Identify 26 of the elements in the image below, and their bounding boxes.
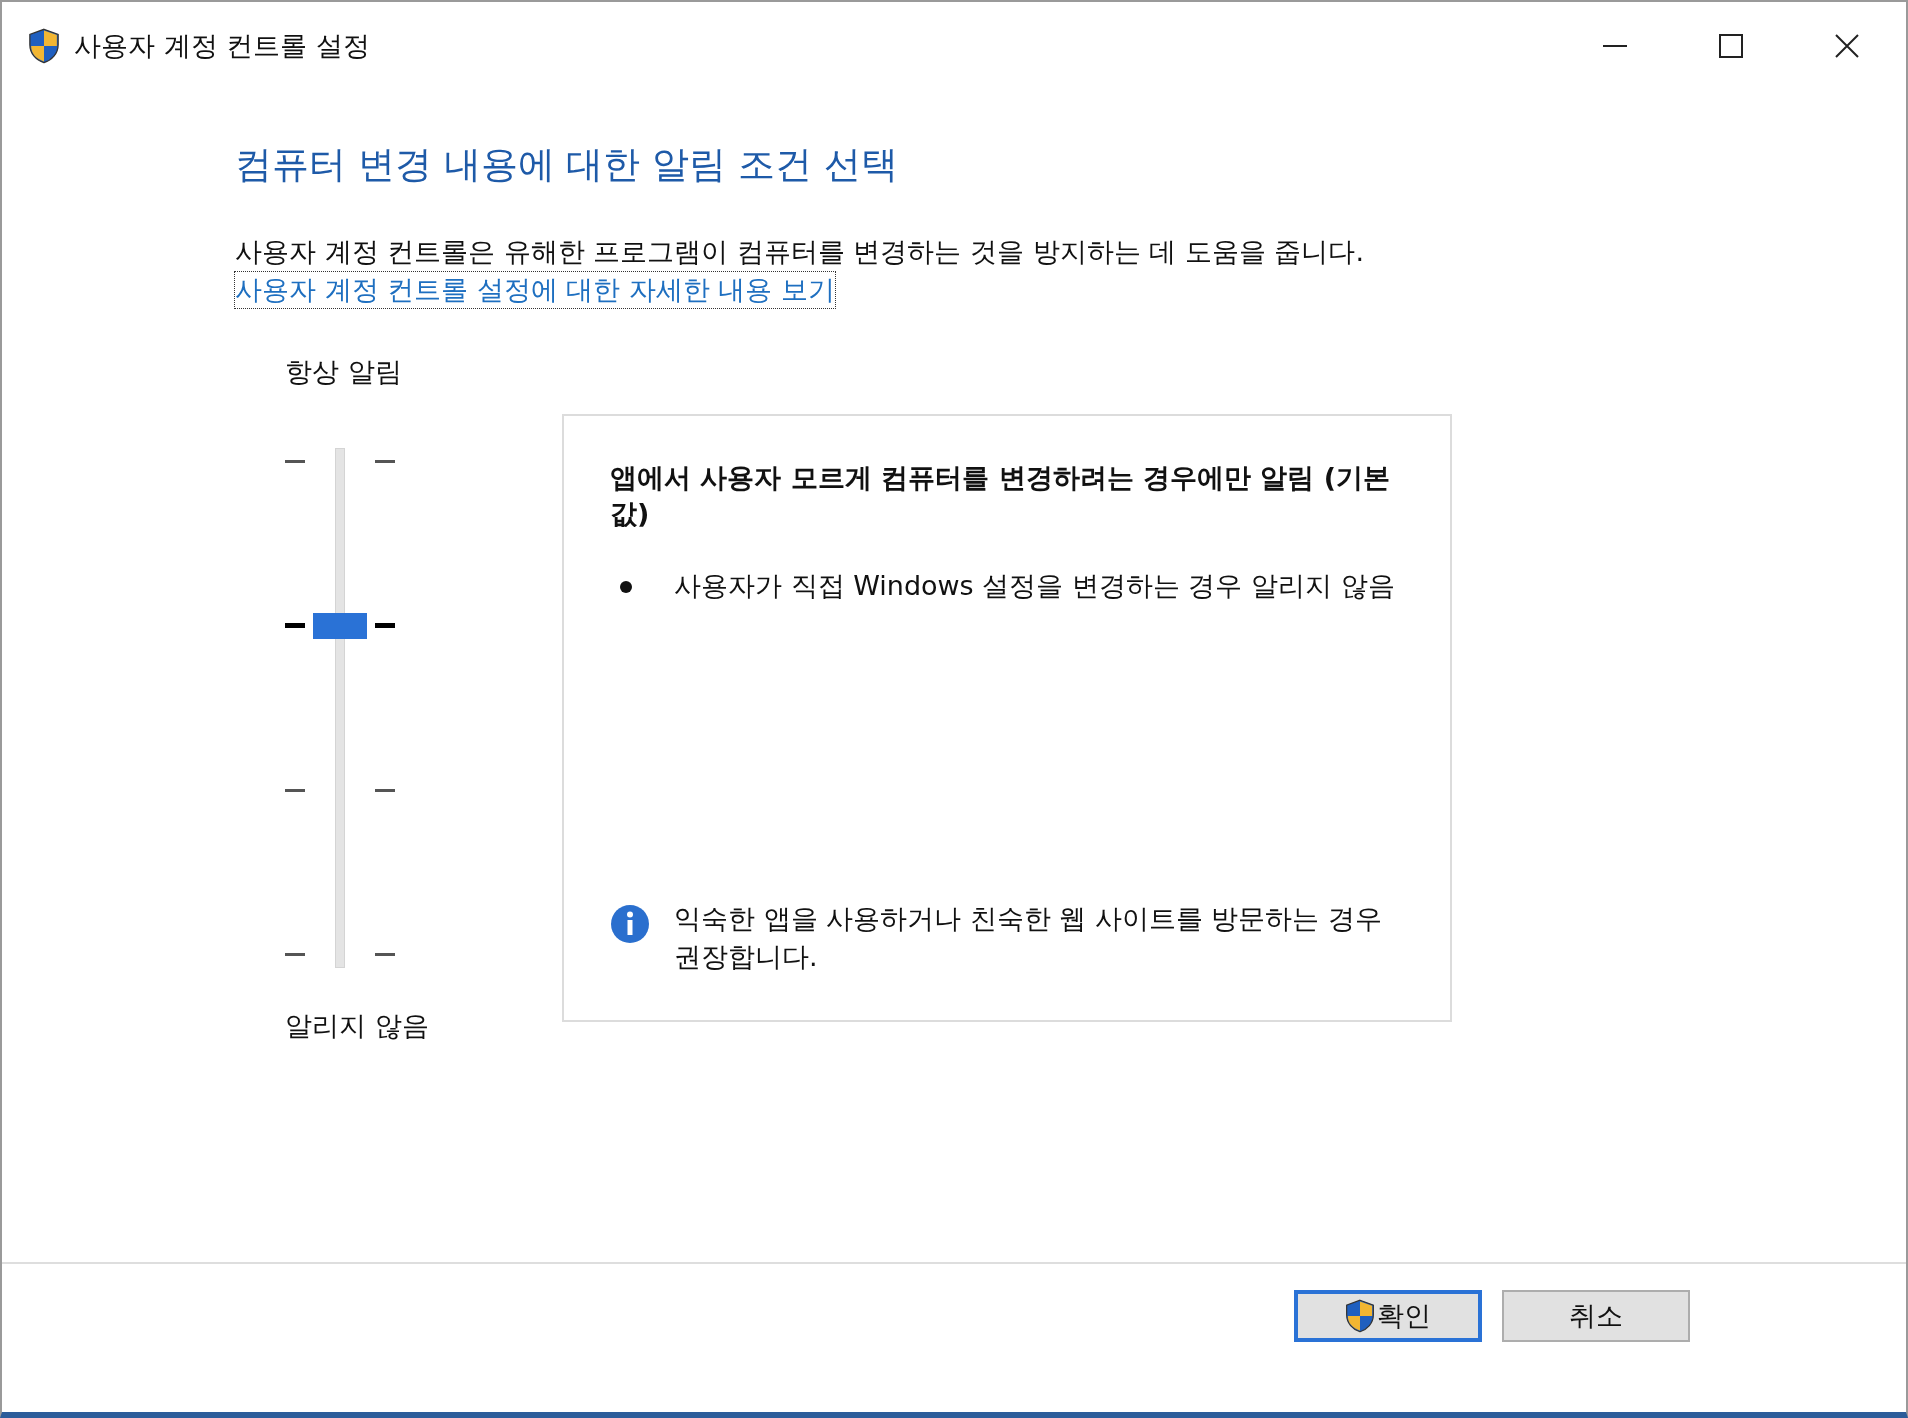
slider-bottom-label: 알리지 않음 <box>284 1009 430 1043</box>
window-title: 사용자 계정 컨트롤 설정 <box>74 29 370 63</box>
slider-top-label: 항상 알림 <box>284 355 403 389</box>
bullet-text: 사용자가 직접 Windows 설정을 변경하는 경우 알리지 않음 <box>674 568 1395 603</box>
info-icon <box>610 904 650 945</box>
help-link[interactable]: 사용자 계정 컨트롤 설정에 대한 자세한 내용 보기 <box>235 272 836 308</box>
close-icon[interactable] <box>1833 32 1861 60</box>
recommendation-note: 익숙한 앱을 사용하거나 친숙한 웹 사이트를 방문하는 경우 권장합니다. <box>674 902 1384 975</box>
tick-mark <box>375 459 395 463</box>
tick-mark <box>375 623 395 629</box>
tick-mark <box>285 953 305 957</box>
tick-mark <box>285 459 305 463</box>
ok-button[interactable]: 확인 <box>1294 1290 1482 1342</box>
setting-title: 앱에서 사용자 모르게 컴퓨터를 변경하려는 경우에만 알림 (기본값) <box>610 461 1392 532</box>
tick-mark <box>285 788 305 792</box>
slider-thumb[interactable] <box>313 612 367 639</box>
maximize-icon[interactable] <box>1717 32 1745 60</box>
tick-mark <box>285 623 305 629</box>
page-heading: 컴퓨터 변경 내용에 대한 알림 조건 선택 <box>235 142 899 188</box>
shield-icon <box>1345 1299 1375 1333</box>
tick-mark <box>375 788 395 792</box>
shield-icon <box>28 28 60 64</box>
tick-mark <box>375 953 395 957</box>
description-text: 사용자 계정 컨트롤은 유해한 프로그램이 컴퓨터를 변경하는 것을 방지하는 데 도움을 줍니다. <box>235 235 1365 269</box>
cancel-button[interactable]: 취소 <box>1502 1290 1690 1342</box>
bullet-icon <box>620 580 632 593</box>
